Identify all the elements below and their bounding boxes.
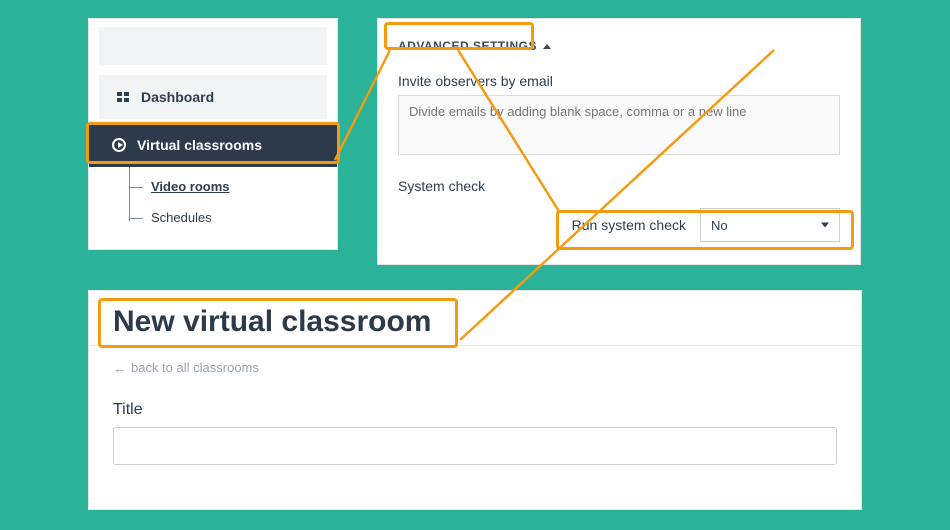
invite-observers-textarea[interactable] — [398, 95, 840, 155]
sidebar-item-label: Dashboard — [141, 89, 214, 105]
back-to-classrooms-link[interactable]: ← back to all classrooms — [113, 360, 259, 375]
sidebar-subitem-label: Video rooms — [151, 179, 230, 194]
select-value: No — [711, 218, 728, 233]
sidebar: Dashboard Virtual classrooms Video rooms… — [88, 18, 338, 250]
chevron-down-icon — [821, 223, 829, 228]
system-check-heading: System check — [398, 178, 840, 194]
run-system-check-label: Run system check — [572, 217, 686, 233]
advanced-settings-label: ADVANCED SETTINGS — [398, 39, 537, 53]
play-circle-icon — [111, 137, 127, 153]
advanced-settings-panel: ADVANCED SETTINGS Invite observers by em… — [377, 18, 861, 265]
divider — [89, 345, 861, 346]
back-link-label: back to all classrooms — [131, 360, 259, 375]
sidebar-placeholder — [99, 27, 327, 65]
new-classroom-panel: New virtual classroom ← back to all clas… — [88, 290, 862, 510]
page-title: New virtual classroom — [113, 305, 431, 339]
invite-observers-label: Invite observers by email — [398, 73, 840, 89]
sidebar-subitem-video-rooms[interactable]: Video rooms — [129, 171, 337, 202]
run-system-check-select[interactable]: No — [700, 208, 840, 242]
sidebar-subitem-schedules[interactable]: Schedules — [129, 202, 337, 233]
sidebar-item-dashboard[interactable]: Dashboard — [99, 75, 327, 119]
title-input[interactable] — [113, 427, 837, 465]
advanced-settings-toggle[interactable]: ADVANCED SETTINGS — [398, 39, 551, 53]
caret-up-icon — [543, 44, 551, 49]
grid-icon — [115, 89, 131, 105]
sidebar-subitems: Video rooms Schedules — [129, 171, 337, 233]
title-field-label: Title — [113, 401, 837, 419]
arrow-left-icon: ← — [113, 361, 127, 375]
sidebar-subitem-label: Schedules — [151, 210, 212, 225]
system-check-row: Run system check No — [398, 208, 840, 242]
sidebar-item-label: Virtual classrooms — [137, 137, 262, 153]
sidebar-item-virtual-classrooms[interactable]: Virtual classrooms — [89, 123, 337, 167]
